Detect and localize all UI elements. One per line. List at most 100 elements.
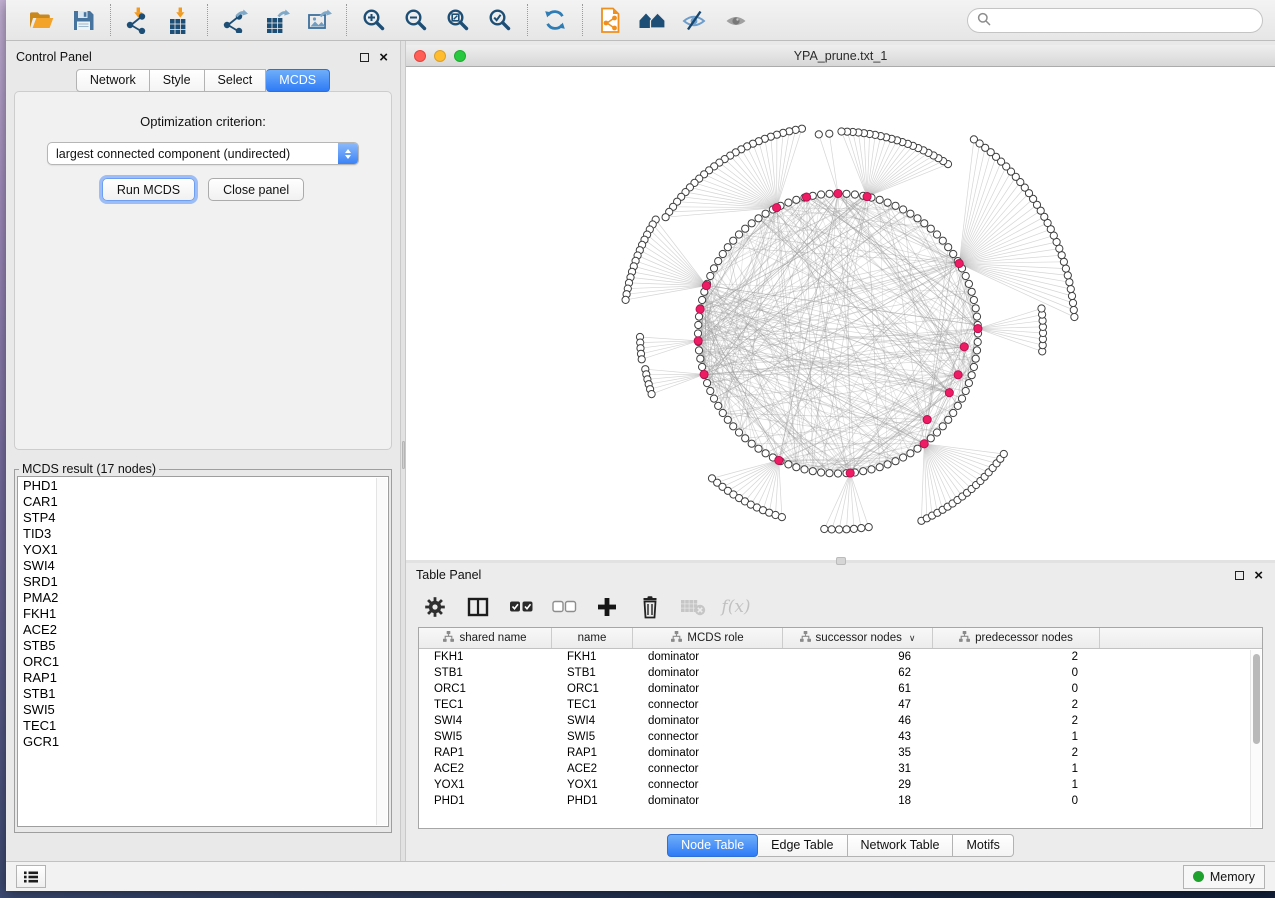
- table-row[interactable]: YOX1YOX1connector291: [419, 777, 1262, 793]
- export-image-icon[interactable]: [305, 6, 333, 34]
- zoom-fit-icon[interactable]: [444, 6, 472, 34]
- horizontal-splitter-handle[interactable]: [836, 557, 846, 565]
- mcds-list-scrollbar[interactable]: [376, 478, 387, 825]
- table-row[interactable]: RAP1RAP1dominator352: [419, 745, 1262, 761]
- minimize-window-icon[interactable]: [434, 50, 446, 62]
- select-all-rows-icon[interactable]: [508, 594, 534, 620]
- table-cell: STB1: [552, 665, 633, 681]
- network-canvas[interactable]: [406, 67, 1275, 560]
- table-scrollbar[interactable]: [1250, 650, 1261, 827]
- mcds-result-item[interactable]: CAR1: [23, 494, 388, 510]
- table-cell: TEC1: [552, 697, 633, 713]
- save-session-icon[interactable]: [69, 6, 97, 34]
- zoom-out-icon[interactable]: [402, 6, 430, 34]
- column-header-label: MCDS role: [687, 632, 743, 644]
- table-scrollbar-thumb[interactable]: [1253, 654, 1260, 744]
- network-document-icon[interactable]: [596, 6, 624, 34]
- mcds-result-item[interactable]: FKH1: [23, 606, 388, 622]
- table-row[interactable]: TEC1TEC1connector472: [419, 697, 1262, 713]
- table-tab-edge-table[interactable]: Edge Table: [758, 834, 847, 857]
- vertical-splitter-handle[interactable]: [402, 441, 405, 469]
- table-row[interactable]: ACE2ACE2connector311: [419, 761, 1262, 777]
- table-row[interactable]: ORC1ORC1dominator610: [419, 681, 1262, 697]
- column-header-shared-name[interactable]: shared name: [419, 628, 552, 648]
- column-header-predecessor-nodes[interactable]: predecessor nodes: [933, 628, 1100, 648]
- show-columns-icon[interactable]: [465, 594, 491, 620]
- mcds-result-item[interactable]: STB1: [23, 686, 388, 702]
- tab-select[interactable]: Select: [205, 69, 267, 92]
- mcds-result-item[interactable]: PHD1: [23, 478, 388, 494]
- toolbar-icon-groups: [14, 4, 763, 36]
- refresh-view-icon[interactable]: [541, 6, 569, 34]
- optimization-criterion-label: Optimization criterion:: [140, 114, 266, 129]
- table-panel-title: Table Panel: [416, 568, 1225, 582]
- home-views-icon[interactable]: [638, 6, 666, 34]
- show-eye-icon[interactable]: [722, 6, 750, 34]
- maximize-window-icon[interactable]: [454, 50, 466, 62]
- column-header-name[interactable]: name: [552, 628, 633, 648]
- tab-mcds[interactable]: MCDS: [266, 69, 330, 92]
- search-box[interactable]: [967, 8, 1263, 33]
- tab-network[interactable]: Network: [76, 69, 150, 92]
- tab-style[interactable]: Style: [150, 69, 205, 92]
- table-row[interactable]: PHD1PHD1dominator180: [419, 793, 1262, 809]
- search-input[interactable]: [996, 13, 1253, 27]
- float-panel-icon[interactable]: [360, 53, 369, 62]
- deselect-all-rows-icon[interactable]: [551, 594, 577, 620]
- mcds-result-item[interactable]: TID3: [23, 526, 388, 542]
- close-table-panel-icon[interactable]: ×: [1254, 571, 1263, 580]
- mcds-result-item[interactable]: PMA2: [23, 590, 388, 606]
- table-cell: SWI4: [419, 713, 552, 729]
- mcds-result-item[interactable]: YOX1: [23, 542, 388, 558]
- mcds-result-item[interactable]: TEC1: [23, 718, 388, 734]
- control-panel-title: Control Panel: [16, 50, 350, 64]
- mcds-result-item[interactable]: ORC1: [23, 654, 388, 670]
- memory-button[interactable]: Memory: [1183, 865, 1265, 889]
- add-column-icon[interactable]: [594, 594, 620, 620]
- mcds-result-item[interactable]: STB5: [23, 638, 388, 654]
- zoom-in-icon[interactable]: [360, 6, 388, 34]
- column-header-MCDS-role[interactable]: MCDS role: [633, 628, 783, 648]
- zoom-selected-icon[interactable]: [486, 6, 514, 34]
- table-row[interactable]: SWI5SWI5connector431: [419, 729, 1262, 745]
- import-network-icon[interactable]: [124, 6, 152, 34]
- column-header-successor-nodes[interactable]: successor nodes∨: [783, 628, 933, 648]
- table-tab-node-table[interactable]: Node Table: [667, 834, 758, 857]
- run-mcds-button[interactable]: Run MCDS: [102, 178, 195, 201]
- mcds-result-list[interactable]: PHD1CAR1STP4TID3YOX1SWI4SRD1PMA2FKH1ACE2…: [17, 476, 389, 827]
- mcds-result-item[interactable]: SRD1: [23, 574, 388, 590]
- optimization-criterion-select[interactable]: largest connected component (undirected): [47, 142, 359, 165]
- table-mode-gear-icon[interactable]: [422, 594, 448, 620]
- sort-descending-icon: ∨: [909, 633, 916, 644]
- close-panel-icon[interactable]: ×: [379, 53, 388, 62]
- table-cell: dominator: [633, 793, 783, 809]
- search-icon: [977, 12, 991, 29]
- float-table-panel-icon[interactable]: [1235, 571, 1244, 580]
- close-panel-button[interactable]: Close panel: [208, 178, 304, 201]
- export-network-icon[interactable]: [221, 6, 249, 34]
- mcds-result-item[interactable]: GCR1: [23, 734, 388, 750]
- table-row[interactable]: FKH1FKH1dominator962: [419, 649, 1262, 665]
- mcds-result-item[interactable]: RAP1: [23, 670, 388, 686]
- mcds-result-item[interactable]: STP4: [23, 510, 388, 526]
- table-cell: FKH1: [552, 649, 633, 665]
- close-window-icon[interactable]: [414, 50, 426, 62]
- column-header-label: predecessor nodes: [975, 632, 1073, 644]
- delete-columns-icon[interactable]: [637, 594, 663, 620]
- table-row[interactable]: STB1STB1dominator620: [419, 665, 1262, 681]
- table-cell: dominator: [633, 713, 783, 729]
- mcds-result-item[interactable]: SWI4: [23, 558, 388, 574]
- horizontal-splitter[interactable]: [406, 560, 1275, 563]
- show-panels-button[interactable]: [16, 865, 46, 888]
- network-window-titlebar: YPA_prune.txt_1: [406, 45, 1275, 67]
- table-tab-network-table[interactable]: Network Table: [848, 834, 954, 857]
- mcds-result-item[interactable]: ACE2: [23, 622, 388, 638]
- table-tab-motifs[interactable]: Motifs: [953, 834, 1013, 857]
- export-table-icon[interactable]: [263, 6, 291, 34]
- hide-eye-icon[interactable]: [680, 6, 708, 34]
- import-table-icon[interactable]: [166, 6, 194, 34]
- table-row[interactable]: SWI4SWI4dominator462: [419, 713, 1262, 729]
- mcds-result-item[interactable]: SWI5: [23, 702, 388, 718]
- table-cell: RAP1: [419, 745, 552, 761]
- open-file-icon[interactable]: [27, 6, 55, 34]
